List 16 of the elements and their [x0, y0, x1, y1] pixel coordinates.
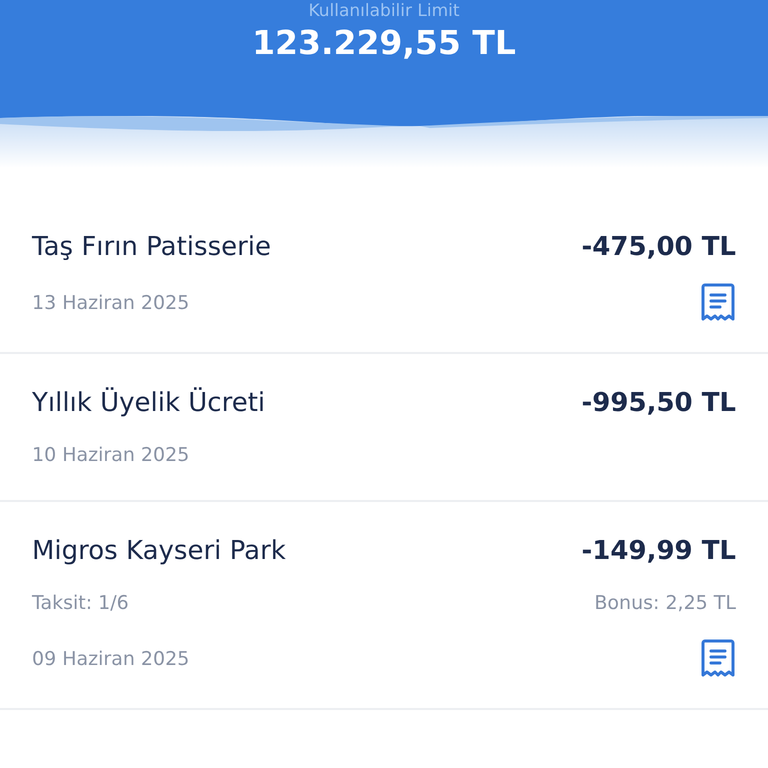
transaction-date: 13 Haziran 2025 — [32, 292, 190, 314]
transaction-amount: -475,00 TL — [582, 232, 736, 262]
transaction-date: 09 Haziran 2025 — [32, 648, 190, 670]
limit-amount: 123.229,55 TL — [252, 23, 516, 62]
transaction-date: 10 Haziran 2025 — [32, 444, 190, 466]
bonus-text: Bonus: 2,25 TL — [594, 592, 736, 614]
transaction-row[interactable]: Yıllık Üyelik Ücreti -995,50 TL 10 Haziran 2025 — [0, 354, 768, 502]
merchant-name: Migros Kayseri Park — [32, 536, 286, 566]
installment-text: Taksit: 1/6 — [32, 592, 129, 614]
merchant-name: Yıllık Üyelik Ücreti — [32, 388, 266, 418]
transaction-row[interactable]: Taş Fırın Patisserie -475,00 TL 13 Haziran 2025 — [0, 198, 768, 354]
transaction-amount: -149,99 TL — [582, 536, 736, 566]
transaction-amount: -995,50 TL — [582, 388, 736, 418]
transaction-row[interactable]: Migros Kayseri Park -149,99 TL Taksit: 1/6 Bonus: 2,25 TL 09 Haziran 2025 — [0, 502, 768, 710]
merchant-name: Taş Fırın Patisserie — [32, 232, 272, 262]
limit-label: Kullanılabilir Limit — [308, 1, 460, 21]
